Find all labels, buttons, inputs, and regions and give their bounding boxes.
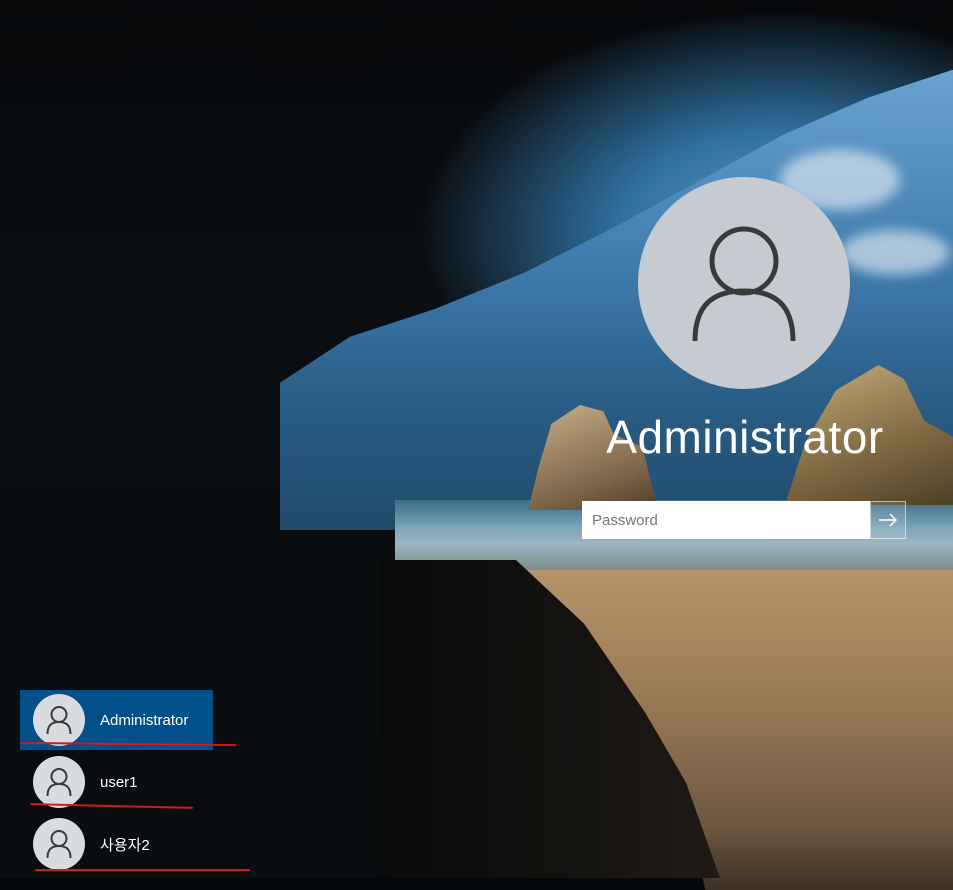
password-row — [582, 501, 906, 539]
user-item-user2[interactable]: 사용자2 — [20, 814, 260, 874]
user-switcher-list: Administrator user1 사용자2 — [20, 690, 260, 874]
user-icon — [46, 706, 72, 735]
password-input[interactable] — [582, 501, 870, 539]
user-item-label: user1 — [100, 773, 138, 791]
annotation-underline — [35, 869, 250, 871]
user-icon — [692, 226, 796, 342]
user-avatar — [33, 756, 85, 808]
background-cloud — [840, 230, 950, 275]
submit-button[interactable] — [870, 501, 906, 539]
user-avatar-large — [638, 177, 850, 389]
user-item-administrator[interactable]: Administrator — [20, 690, 213, 750]
user-item-label: 사용자2 — [100, 836, 150, 854]
arrow-right-icon — [879, 513, 897, 527]
user-icon — [46, 830, 72, 859]
user-item-label: Administrator — [100, 711, 189, 729]
user-avatar — [33, 818, 85, 870]
user-avatar — [33, 694, 85, 746]
selected-user-name: Administrator — [606, 411, 884, 463]
user-icon — [46, 768, 72, 797]
